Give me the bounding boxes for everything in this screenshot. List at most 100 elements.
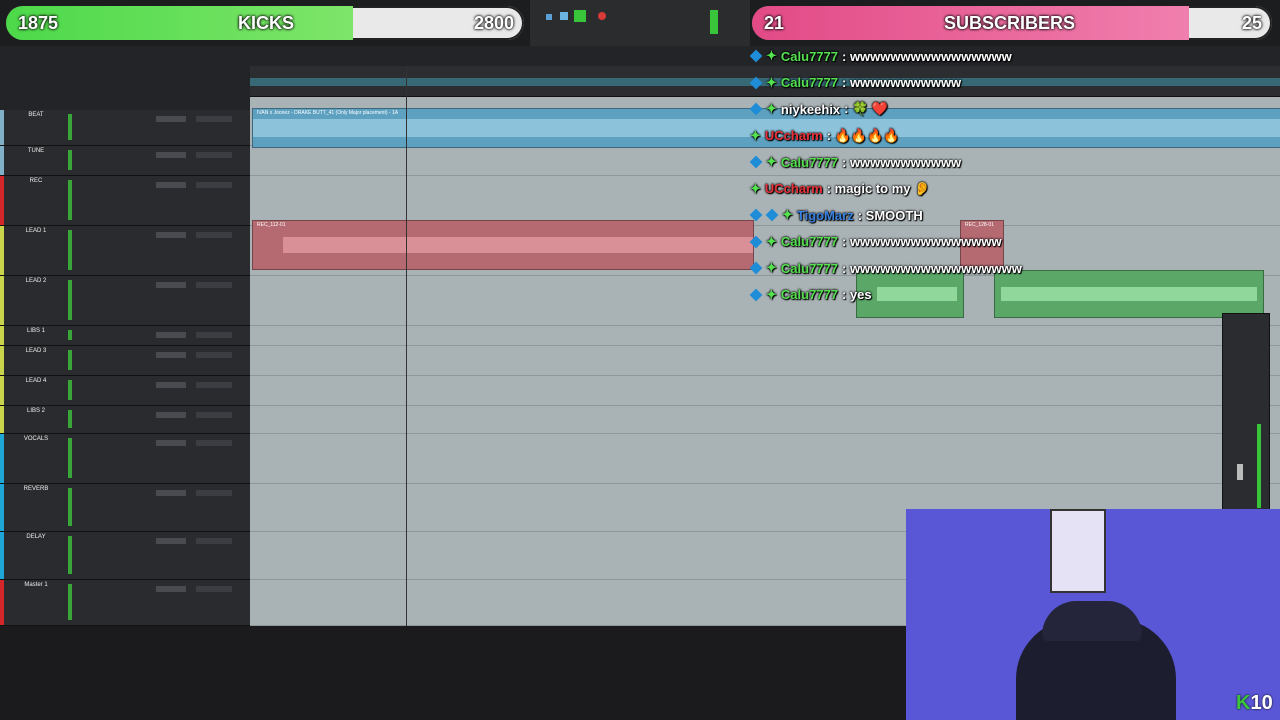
kicks-count: 1875 (18, 13, 59, 33)
insert-slot[interactable] (156, 116, 186, 122)
playhead[interactable] (406, 66, 407, 626)
chat-username[interactable]: UCcharm (765, 128, 823, 143)
track-name[interactable]: LEAD 2 (8, 278, 64, 284)
track-rec[interactable]: REC (0, 176, 250, 226)
track-lead-3[interactable]: LEAD 3 (0, 346, 250, 376)
chat-username[interactable]: Calu7777 (781, 234, 838, 249)
chat-message: ✦ Calu7777: yes (749, 283, 872, 307)
io-selector[interactable] (196, 382, 232, 388)
chat-username[interactable]: UCcharm (765, 181, 823, 196)
track-master-1[interactable]: Master 1 (0, 580, 250, 626)
io-selector[interactable] (196, 332, 232, 338)
track-meter (68, 438, 72, 478)
track-color (0, 226, 4, 275)
chat-text: : wwwwwwwwwwwwwww (842, 234, 1002, 249)
chat-username[interactable]: Calu7777 (781, 155, 838, 170)
lane-divider (250, 345, 1280, 346)
insert-slot[interactable] (156, 538, 186, 544)
track-tune[interactable]: TUNE (0, 146, 250, 176)
insert-slot[interactable] (156, 332, 186, 338)
track-libs-1[interactable]: LIBS 1 (0, 326, 250, 346)
track-name[interactable]: Master 1 (8, 582, 64, 588)
io-selector[interactable] (196, 490, 232, 496)
track-beat[interactable]: BEAT (0, 110, 250, 146)
track-reverb[interactable]: REVERB (0, 484, 250, 532)
rewind-icon[interactable] (546, 14, 552, 20)
io-selector[interactable] (196, 282, 232, 288)
io-selector[interactable] (196, 586, 232, 592)
track-lead-1[interactable]: LEAD 1 (0, 226, 250, 276)
vocals-channel-strip[interactable] (1222, 313, 1270, 511)
track-delay[interactable]: DELAY (0, 532, 250, 580)
kick-badge-icon: ✦ (766, 74, 777, 90)
track-name[interactable]: LIBS 2 (8, 408, 64, 414)
track-color (0, 146, 4, 175)
io-selector[interactable] (196, 182, 232, 188)
verified-badge-icon (749, 261, 763, 275)
play-icon[interactable] (574, 10, 586, 22)
chat-text: : wwwwwwwwwwwwwwwww (842, 260, 1022, 276)
verified-badge-icon (749, 49, 763, 63)
insert-slot[interactable] (156, 282, 186, 288)
insert-slot[interactable] (156, 232, 186, 238)
io-selector[interactable] (196, 538, 232, 544)
chat-username[interactable]: TigoMarz (797, 208, 854, 223)
track-color (0, 532, 4, 579)
io-selector[interactable] (196, 116, 232, 122)
io-selector[interactable] (196, 412, 232, 418)
track-color (0, 276, 4, 325)
chat-username[interactable]: niykeehix (781, 102, 840, 117)
level-meter (710, 10, 718, 34)
insert-slot[interactable] (156, 490, 186, 496)
track-lead-4[interactable]: LEAD 4 (0, 376, 250, 406)
cap (1042, 601, 1142, 641)
track-lead-2[interactable]: LEAD 2 (0, 276, 250, 326)
insert-slot[interactable] (156, 182, 186, 188)
track-name[interactable]: LEAD 4 (8, 378, 64, 384)
track-name[interactable]: REC (8, 178, 64, 184)
subscribers-goal-value: 25 (1241, 13, 1262, 33)
track-name[interactable]: LEAD 1 (8, 228, 64, 234)
track-color (0, 376, 4, 405)
chat-username[interactable]: Calu7777 (781, 75, 838, 90)
io-selector[interactable] (196, 232, 232, 238)
track-libs-2[interactable]: LIBS 2 (0, 406, 250, 434)
transport-bar[interactable] (530, 0, 750, 46)
lane-divider (250, 433, 1280, 434)
kick-badge-icon: ✦ (782, 207, 793, 222)
chat-text: : wwwwwwwwwwwwwwww (842, 48, 1012, 64)
insert-slot[interactable] (156, 440, 186, 446)
chat-text: : 🔥🔥🔥🔥 (826, 127, 900, 143)
stop-icon[interactable] (560, 12, 568, 20)
insert-slot[interactable] (156, 412, 186, 418)
chat-username[interactable]: Calu7777 (781, 287, 838, 302)
track-name[interactable]: VOCALS (8, 436, 64, 442)
insert-slot[interactable] (156, 352, 186, 358)
verified-badge-icon (749, 102, 763, 116)
record-icon[interactable] (598, 12, 606, 20)
track-name[interactable]: TUNE (8, 148, 64, 154)
io-selector[interactable] (196, 152, 232, 158)
edit-window-toolbar[interactable] (0, 46, 1280, 67)
track-color (0, 346, 4, 375)
track-name[interactable]: LEAD 3 (8, 348, 64, 354)
lead-clip-2[interactable] (994, 270, 1264, 318)
chat-username[interactable]: Calu7777 (781, 261, 838, 276)
chat-username[interactable]: Calu7777 (781, 49, 838, 64)
io-selector[interactable] (196, 352, 232, 358)
track-list[interactable]: BEAT TUNE REC LEAD 1 LEAD 2 LIBS 1 LEAD 3 LEAD … (0, 66, 251, 626)
track-name[interactable]: DELAY (8, 534, 64, 540)
insert-slot[interactable] (156, 586, 186, 592)
rec-clip[interactable]: REC_112-01 (252, 220, 754, 270)
kicks-goal-value: 2800 (473, 13, 514, 33)
fader-handle[interactable] (1237, 464, 1243, 480)
track-name[interactable]: LIBS 1 (8, 328, 64, 334)
insert-slot[interactable] (156, 152, 186, 158)
chat-text: : SMOOTH (857, 207, 923, 223)
track-name[interactable]: REVERB (8, 486, 64, 492)
track-name[interactable]: BEAT (8, 112, 64, 118)
kick-badge: K10 (1236, 692, 1273, 714)
track-vocals[interactable]: VOCALS (0, 434, 250, 484)
io-selector[interactable] (196, 440, 232, 446)
insert-slot[interactable] (156, 382, 186, 388)
